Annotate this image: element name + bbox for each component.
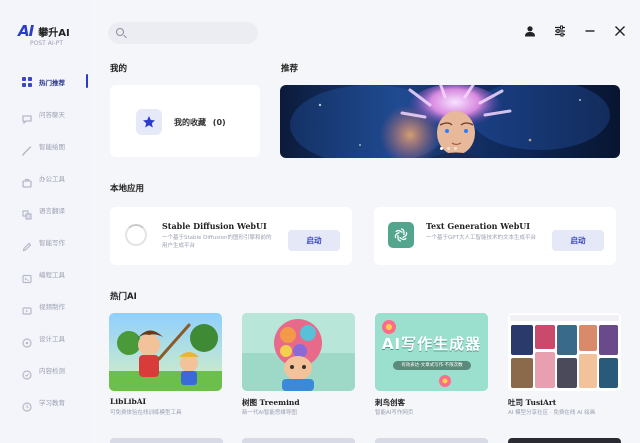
sidebar-item-chat[interactable]: 问答聊天 [0, 98, 90, 130]
brand-logo: AI [18, 22, 34, 40]
sidebar-item-coding[interactable]: 编程工具 [0, 258, 90, 290]
sidebar-item-design[interactable]: 设计工具 [0, 322, 90, 354]
code-icon [22, 269, 32, 284]
sidebar-item-label: 内容检测 [39, 367, 65, 375]
hot-ai-name: 刺鸟创客 [375, 398, 405, 407]
hot-ai-card-tusiart[interactable] [508, 313, 621, 391]
app-description: 一个基于GPT大人工智能技术的文本生成平台 [426, 235, 536, 241]
star-icon [136, 109, 162, 135]
hot-ai-card-treemind[interactable] [242, 313, 355, 391]
settings-icon[interactable] [553, 24, 566, 37]
hot-ai-description: 新一代AI智能思维导图 [242, 410, 297, 416]
launch-button[interactable]: 启动 [288, 230, 340, 251]
window-controls [523, 24, 626, 37]
section-title-local-apps: 本地应用 [110, 184, 145, 194]
liblib-thumbnail [109, 313, 222, 391]
search-icon [116, 28, 124, 36]
sidebar-item-hot[interactable]: 热门推荐 [0, 66, 90, 98]
briefcase-icon [22, 173, 32, 188]
launch-button[interactable]: 启动 [552, 230, 604, 251]
sidebar-item-label: 设计工具 [39, 335, 65, 343]
grid-icon [22, 77, 32, 87]
sidebar-item-draw[interactable]: 智能绘图 [0, 130, 90, 162]
hot-ai-card-peek [110, 438, 223, 443]
sidebar-nav: 热门推荐 问答聊天 智能绘图 办公工具 语言翻译 智能写作 编程工具 视频制作 [0, 66, 90, 418]
hot-ai-card-peek [242, 438, 355, 443]
sidebar: AI 攀升AI POST AI-PT 热门推荐 问答聊天 智能绘图 办公工具 语… [0, 0, 90, 443]
hot-ai-description: 可免费体验在线训练模型工具 [110, 410, 182, 416]
video-icon [22, 301, 32, 315]
sidebar-item-label: 智能写作 [39, 239, 65, 247]
app-name: Text Generation WebUI [426, 221, 531, 231]
search-box[interactable] [108, 22, 258, 44]
user-icon[interactable] [523, 24, 536, 37]
favorites-title: 我的收藏 [174, 118, 206, 127]
treemind-thumbnail [242, 313, 355, 391]
hot-ai-card-liblib[interactable] [109, 313, 222, 391]
sidebar-item-label: 视频制作 [39, 303, 65, 311]
brand-name: 攀升AI [38, 27, 70, 39]
banner-pagination [440, 147, 457, 150]
translate-icon [22, 205, 32, 220]
local-app-card[interactable]: Text Generation WebUI 一个基于GPT大人工智能技术的文本生… [374, 207, 616, 265]
app-description: 一个基于Stable Diffusion的图形引擎和前的用户生成平台 [162, 235, 272, 249]
brand-version: POST AI-PT [30, 40, 64, 47]
banner-dot[interactable] [454, 147, 457, 150]
hot-ai-name: 树图 Treemind [242, 398, 300, 407]
hot-ai-name: LibLibAI [110, 397, 147, 406]
close-icon[interactable] [613, 24, 626, 37]
sidebar-item-label: 热门推荐 [39, 79, 65, 87]
sidebar-item-detect[interactable]: 内容检测 [0, 354, 90, 386]
search-input[interactable] [128, 25, 248, 41]
hot-ai-description: AI 模型分享社区 · 免费在线 AI 绘画 [508, 410, 596, 416]
section-title-mine: 我的 [110, 64, 128, 74]
sidebar-item-label: 编程工具 [39, 271, 65, 279]
sidebar-item-translate[interactable]: 语言翻译 [0, 194, 90, 226]
sidebar-item-label: 智能绘图 [39, 143, 65, 151]
hot-ai-card-peek [375, 438, 488, 443]
brush-icon [22, 141, 32, 156]
minimize-icon[interactable] [583, 24, 596, 37]
chat-icon [22, 109, 32, 125]
sidebar-item-label: 办公工具 [39, 175, 65, 183]
sidebar-item-education[interactable]: 学习教育 [0, 386, 90, 418]
sidebar-item-video[interactable]: 视频制作 [0, 290, 90, 322]
hot-ai-card-peek [508, 438, 621, 443]
education-icon [22, 397, 32, 412]
favorites-count: (0) [212, 118, 226, 127]
local-app-card[interactable]: Stable Diffusion WebUI 一个基于Stable Diffus… [110, 207, 352, 265]
hot-ai-name: 吐司 TusiArt [508, 398, 557, 407]
loading-icon [125, 224, 147, 246]
shield-icon [22, 365, 32, 380]
banner-dot[interactable] [447, 147, 450, 150]
section-title-hot-ai: 热门AI [110, 292, 137, 302]
sidebar-item-label: 语言翻译 [39, 207, 65, 215]
hot-ai-card-cinao[interactable]: AI写作生成器 有效表达·文章式写作·不限次数 [375, 313, 488, 391]
sidebar-item-office[interactable]: 办公工具 [0, 162, 90, 194]
favorites-card[interactable]: 我的收藏 (0) [110, 85, 260, 157]
sidebar-item-writing[interactable]: 智能写作 [0, 226, 90, 258]
hot-ai-description: 智能AI写作网页 [375, 410, 414, 416]
design-icon [22, 333, 32, 348]
section-title-recommended: 推荐 [281, 64, 299, 74]
sidebar-item-label: 问答聊天 [39, 111, 65, 119]
banner-dot[interactable] [440, 147, 443, 150]
app-name: Stable Diffusion WebUI [162, 221, 267, 231]
brand: AI 攀升AI [18, 22, 70, 40]
openai-icon [388, 222, 414, 248]
poster-title: AI写作生成器 [381, 335, 482, 353]
poster-subtitle: 有效表达·文章式写作·不限次数 [401, 363, 463, 368]
pen-icon [22, 237, 32, 252]
tusiart-thumbnail [508, 313, 621, 391]
favorites-label: 我的收藏 (0) [174, 117, 226, 128]
sidebar-item-label: 学习教育 [39, 399, 65, 407]
